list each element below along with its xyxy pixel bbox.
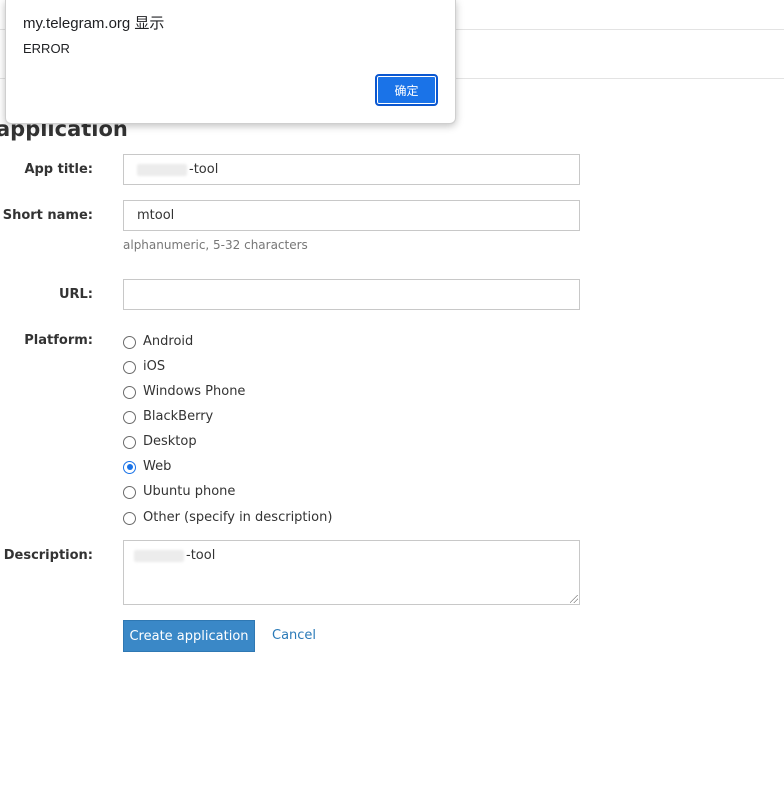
platform-option-label: iOS — [143, 358, 166, 374]
description-value: -tool — [134, 548, 215, 563]
short-name-hint: alphanumeric, 5-32 characters — [123, 238, 308, 252]
cancel-link[interactable]: Cancel — [272, 628, 316, 643]
platform-option-label: Desktop — [143, 433, 197, 449]
page: application App title: -tool Short name:… — [0, 0, 784, 795]
radio-button[interactable] — [123, 435, 136, 449]
url-input[interactable] — [123, 279, 580, 310]
short-name-input[interactable]: mtool — [123, 200, 580, 231]
platform-option-web[interactable]: Web — [123, 456, 171, 476]
platform-option-label: Other (specify in description) — [143, 509, 333, 525]
redacted-block — [137, 163, 187, 176]
platform-option-label: Android — [143, 333, 194, 349]
dialog-title: my.telegram.org 显示 — [23, 15, 165, 32]
app-title-label: App title: — [24, 162, 93, 177]
radio-button[interactable] — [123, 485, 136, 499]
platform-option-label: Ubuntu phone — [143, 483, 236, 499]
platform-option-ubuntu-phone[interactable]: Ubuntu phone — [123, 481, 235, 501]
url-label: URL: — [58, 287, 93, 302]
dialog-message: ERROR — [23, 41, 70, 56]
radio-button[interactable] — [123, 360, 136, 374]
description-textarea[interactable]: -tool — [123, 540, 580, 605]
radio-button[interactable] — [123, 385, 136, 399]
resize-handle-icon[interactable] — [570, 595, 578, 603]
short-name-label: Short name: — [2, 208, 93, 223]
radio-button-checked[interactable] — [123, 460, 136, 474]
platform-option-label: Windows Phone — [143, 383, 246, 399]
platform-option-ios[interactable]: iOS — [123, 356, 165, 376]
platform-option-windows-phone[interactable]: Windows Phone — [123, 381, 245, 401]
platform-option-blackberry[interactable]: BlackBerry — [123, 406, 213, 426]
app-title-input[interactable]: -tool — [123, 154, 580, 185]
short-name-value: mtool — [137, 208, 175, 223]
platform-option-desktop[interactable]: Desktop — [123, 431, 197, 451]
radio-button[interactable] — [123, 410, 136, 424]
dialog-ok-button[interactable]: 确定 — [375, 74, 438, 106]
alert-dialog: my.telegram.org 显示 ERROR 确定 — [5, 0, 456, 124]
radio-button[interactable] — [123, 335, 136, 349]
radio-button[interactable] — [123, 511, 136, 525]
platform-option-android[interactable]: Android — [123, 331, 193, 351]
redacted-block — [134, 549, 184, 562]
platform-label: Platform: — [24, 333, 93, 348]
platform-option-label: Web — [143, 458, 172, 474]
create-application-button[interactable]: Create application — [123, 620, 255, 652]
platform-option-other[interactable]: Other (specify in description) — [123, 507, 332, 527]
description-label: Description: — [3, 548, 93, 563]
platform-option-label: BlackBerry — [143, 408, 214, 424]
app-title-value: -tool — [137, 162, 218, 177]
